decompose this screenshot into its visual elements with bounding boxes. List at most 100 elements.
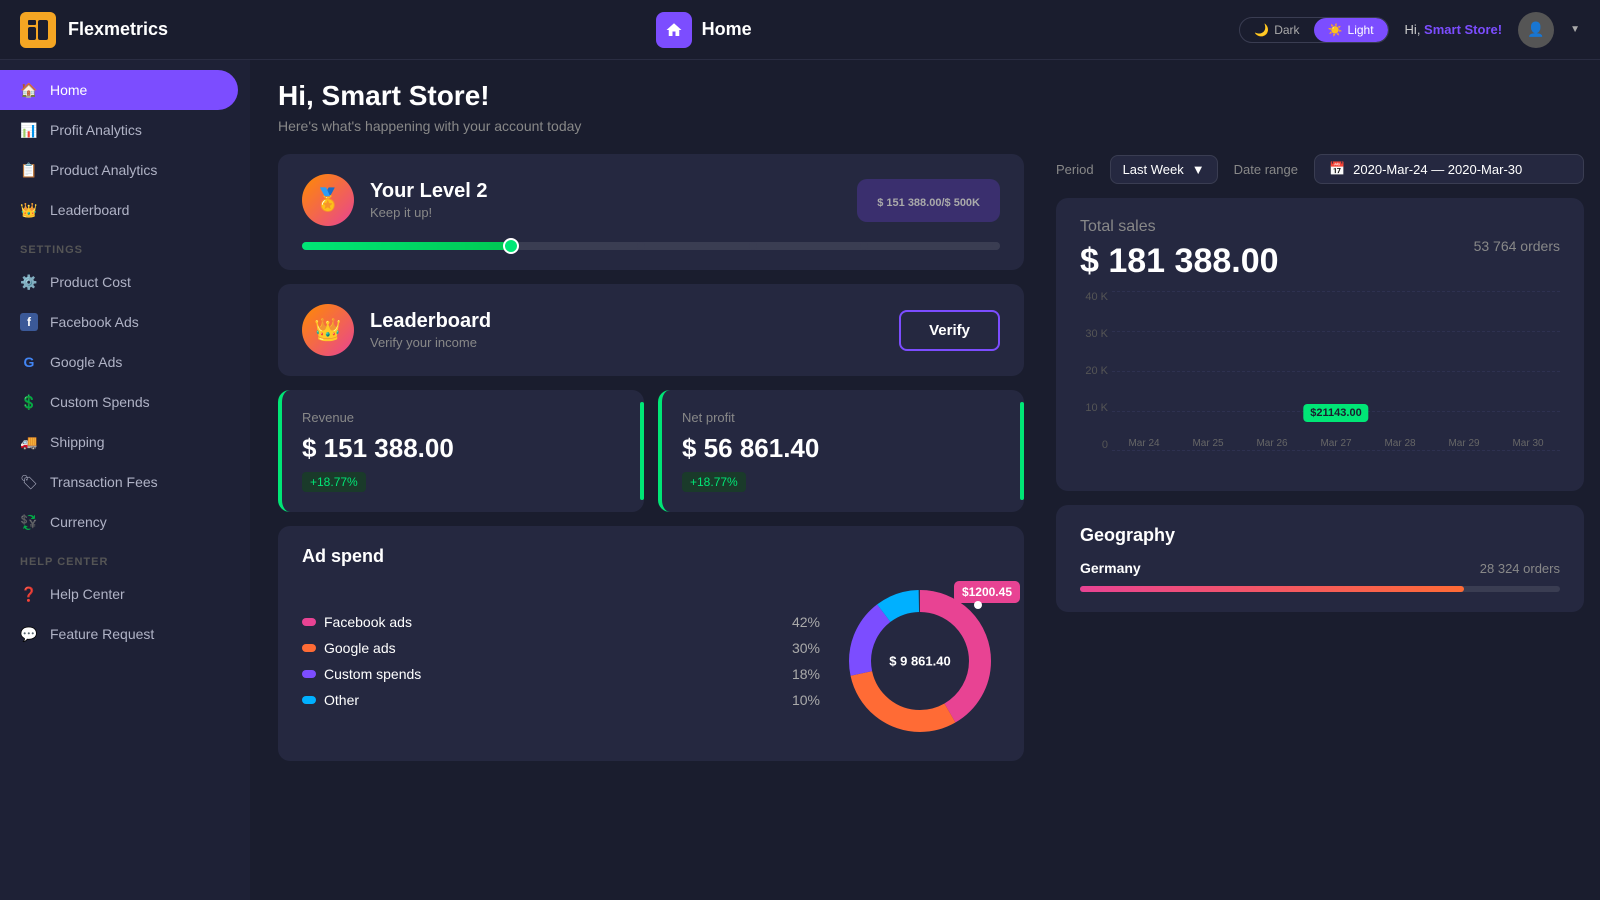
sidebar-item-leaderboard[interactable]: 👑 Leaderboard [0,190,250,230]
sidebar-item-currency[interactable]: 💱 Currency [0,502,250,542]
sidebar-item-feature-request[interactable]: 💬 Feature Request [0,614,250,654]
net-profit-card: Net profit $ 56 861.40 +18.77% [658,390,1024,512]
custom-spends-label: Custom spends [324,666,421,682]
bar-label: Mar 25 [1192,438,1223,449]
bar-group: Mar 26 [1256,434,1287,449]
level-info: Your Level 2 Keep it up! [370,180,487,220]
y-label: 40 K [1085,291,1108,303]
sidebar-item-custom-spends[interactable]: 💲 Custom Spends [0,382,250,422]
dark-theme-button[interactable]: 🌙 Dark [1240,18,1313,42]
geography-card: Geography Germany 28 324 orders [1056,505,1584,612]
sidebar-item-facebook-ads[interactable]: f Facebook Ads [0,302,250,342]
list-item: Custom spends 18% [302,666,820,682]
sidebar-item-transaction-fees[interactable]: 🏷 Transaction Fees [0,462,250,502]
greeting-title: Hi, Smart Store! [278,80,1572,112]
y-axis: 40 K 30 K 20 K 10 K 0 [1080,291,1112,451]
facebook-ads-dot [302,618,316,626]
bar-label: Mar 29 [1448,438,1479,449]
custom-spends-pct: 18% [792,666,820,682]
level-left: 🏅 Your Level 2 Keep it up! [302,174,487,226]
bar-label: Mar 27 [1320,438,1351,449]
other-dot [302,696,316,704]
avatar[interactable]: 👤 [1518,12,1554,48]
date-range-picker[interactable]: 📅 2020-Mar-24 — 2020-Mar-30 [1314,154,1584,184]
stats-row: Revenue $ 151 388.00 +18.77% Net profit … [278,390,1024,512]
period-label: Period [1056,162,1094,177]
total-sales-top: Total sales $ 181 388.00 53 764 orders [1080,218,1560,281]
total-sales-left: Total sales $ 181 388.00 [1080,218,1279,281]
settings-label: SETTINGS [0,230,250,262]
chevron-icon: ▼ [1192,162,1205,177]
level-progress-dot [503,238,519,254]
bar-label: Mar 24 [1128,438,1159,449]
period-dropdown[interactable]: Last Week ▼ [1110,155,1218,184]
revenue-badge: +18.77% [302,472,366,492]
net-profit-label: Net profit [682,410,1004,425]
y-label: 20 K [1085,365,1108,377]
content: Hi, Smart Store! Here's what's happening… [250,60,1600,900]
geo-orders: 28 324 orders [1480,561,1560,576]
content-body: 🏅 Your Level 2 Keep it up! $ 151 388.00/… [250,144,1600,900]
facebook-ads-label: Facebook ads [324,614,412,630]
custom-spends-dot [302,670,316,678]
moon-icon: 🌙 [1254,23,1269,37]
bar-label: Mar 28 [1384,438,1415,449]
google-ads-pct: 30% [792,640,820,656]
list-item: Germany 28 324 orders [1080,560,1560,576]
ad-spend-title: Ad spend [302,546,1000,567]
sidebar-item-help-center[interactable]: ❓ Help Center [0,574,250,614]
date-range-label: Date range [1234,162,1298,177]
bar-label: Mar 26 [1256,438,1287,449]
greeting-subtitle: Here's what's happening with your accoun… [278,118,1572,134]
right-column: Period Last Week ▼ Date range 📅 2020-Mar… [1040,144,1600,900]
y-label: 30 K [1085,328,1108,340]
custom-icon: 💲 [20,393,38,411]
sidebar-item-product-analytics[interactable]: 📋 Product Analytics [0,150,250,190]
chat-icon: 💬 [20,625,38,643]
chart-area: Mar 24 Mar 25 Mar 26 [1112,291,1560,451]
ad-spend-card: Ad spend Facebook ads 42% [278,526,1024,761]
sidebar-item-google-ads[interactable]: G Google Ads [0,342,250,382]
period-row: Period Last Week ▼ Date range 📅 2020-Mar… [1056,144,1584,184]
donut-center-value: $ 9 861.40 [889,654,950,669]
tag-icon: 🏷 [20,473,38,491]
level-badge-icon: 🏅 [302,174,354,226]
home-icon-wrap [656,12,692,48]
total-sales-title: Total sales [1080,218,1279,236]
leaderboard-subtitle: Verify your income [370,335,491,350]
sidebar-item-shipping[interactable]: 🚚 Shipping [0,422,250,462]
list-icon: 📋 [20,161,38,179]
y-label: 0 [1102,439,1108,451]
help-icon: ❓ [20,585,38,603]
truck-icon: 🚚 [20,433,38,451]
main-layout: 🏠 Home 📊 Profit Analytics 📋 Product Anal… [0,60,1600,900]
light-theme-button[interactable]: ☀️ Light [1314,18,1388,42]
verify-button[interactable]: Verify [899,310,1000,351]
bar-group: Mar 30 [1512,434,1543,449]
other-label: Other [324,692,359,708]
page-title-area: Home [656,12,752,48]
level-card: 🏅 Your Level 2 Keep it up! $ 151 388.00/… [278,154,1024,270]
sidebar-item-product-cost[interactable]: ⚙️ Product Cost [0,262,250,302]
calendar-icon: 📅 [1329,161,1345,177]
google-ads-dot [302,644,316,652]
facebook-ads-pct: 42% [792,614,820,630]
help-label: HELP CENTER [0,542,250,574]
total-sales-orders: 53 764 orders [1474,218,1560,254]
geo-country-name: Germany [1080,560,1141,576]
page-title: Home [702,19,752,40]
other-pct: 10% [792,692,820,708]
revenue-value: $ 151 388.00 [302,433,624,464]
y-label: 10 K [1085,402,1108,414]
google-ads-label: Google ads [324,640,396,656]
sidebar-item-home[interactable]: 🏠 Home [0,70,238,110]
bars-wrapper: Mar 24 Mar 25 Mar 26 [1112,291,1560,451]
theme-toggle[interactable]: 🌙 Dark ☀️ Light [1239,17,1388,43]
logo-area: Flexmetrics [20,12,168,48]
sidebar-item-profit-analytics[interactable]: 📊 Profit Analytics [0,110,250,150]
donut-tooltip: $1200.45 [954,581,1020,603]
ad-spend-content: Facebook ads 42% Google ads 30% [302,581,1000,741]
content-header: Hi, Smart Store! Here's what's happening… [250,60,1600,144]
chevron-down-icon[interactable]: ▼ [1570,24,1580,35]
facebook-icon: f [20,313,38,331]
